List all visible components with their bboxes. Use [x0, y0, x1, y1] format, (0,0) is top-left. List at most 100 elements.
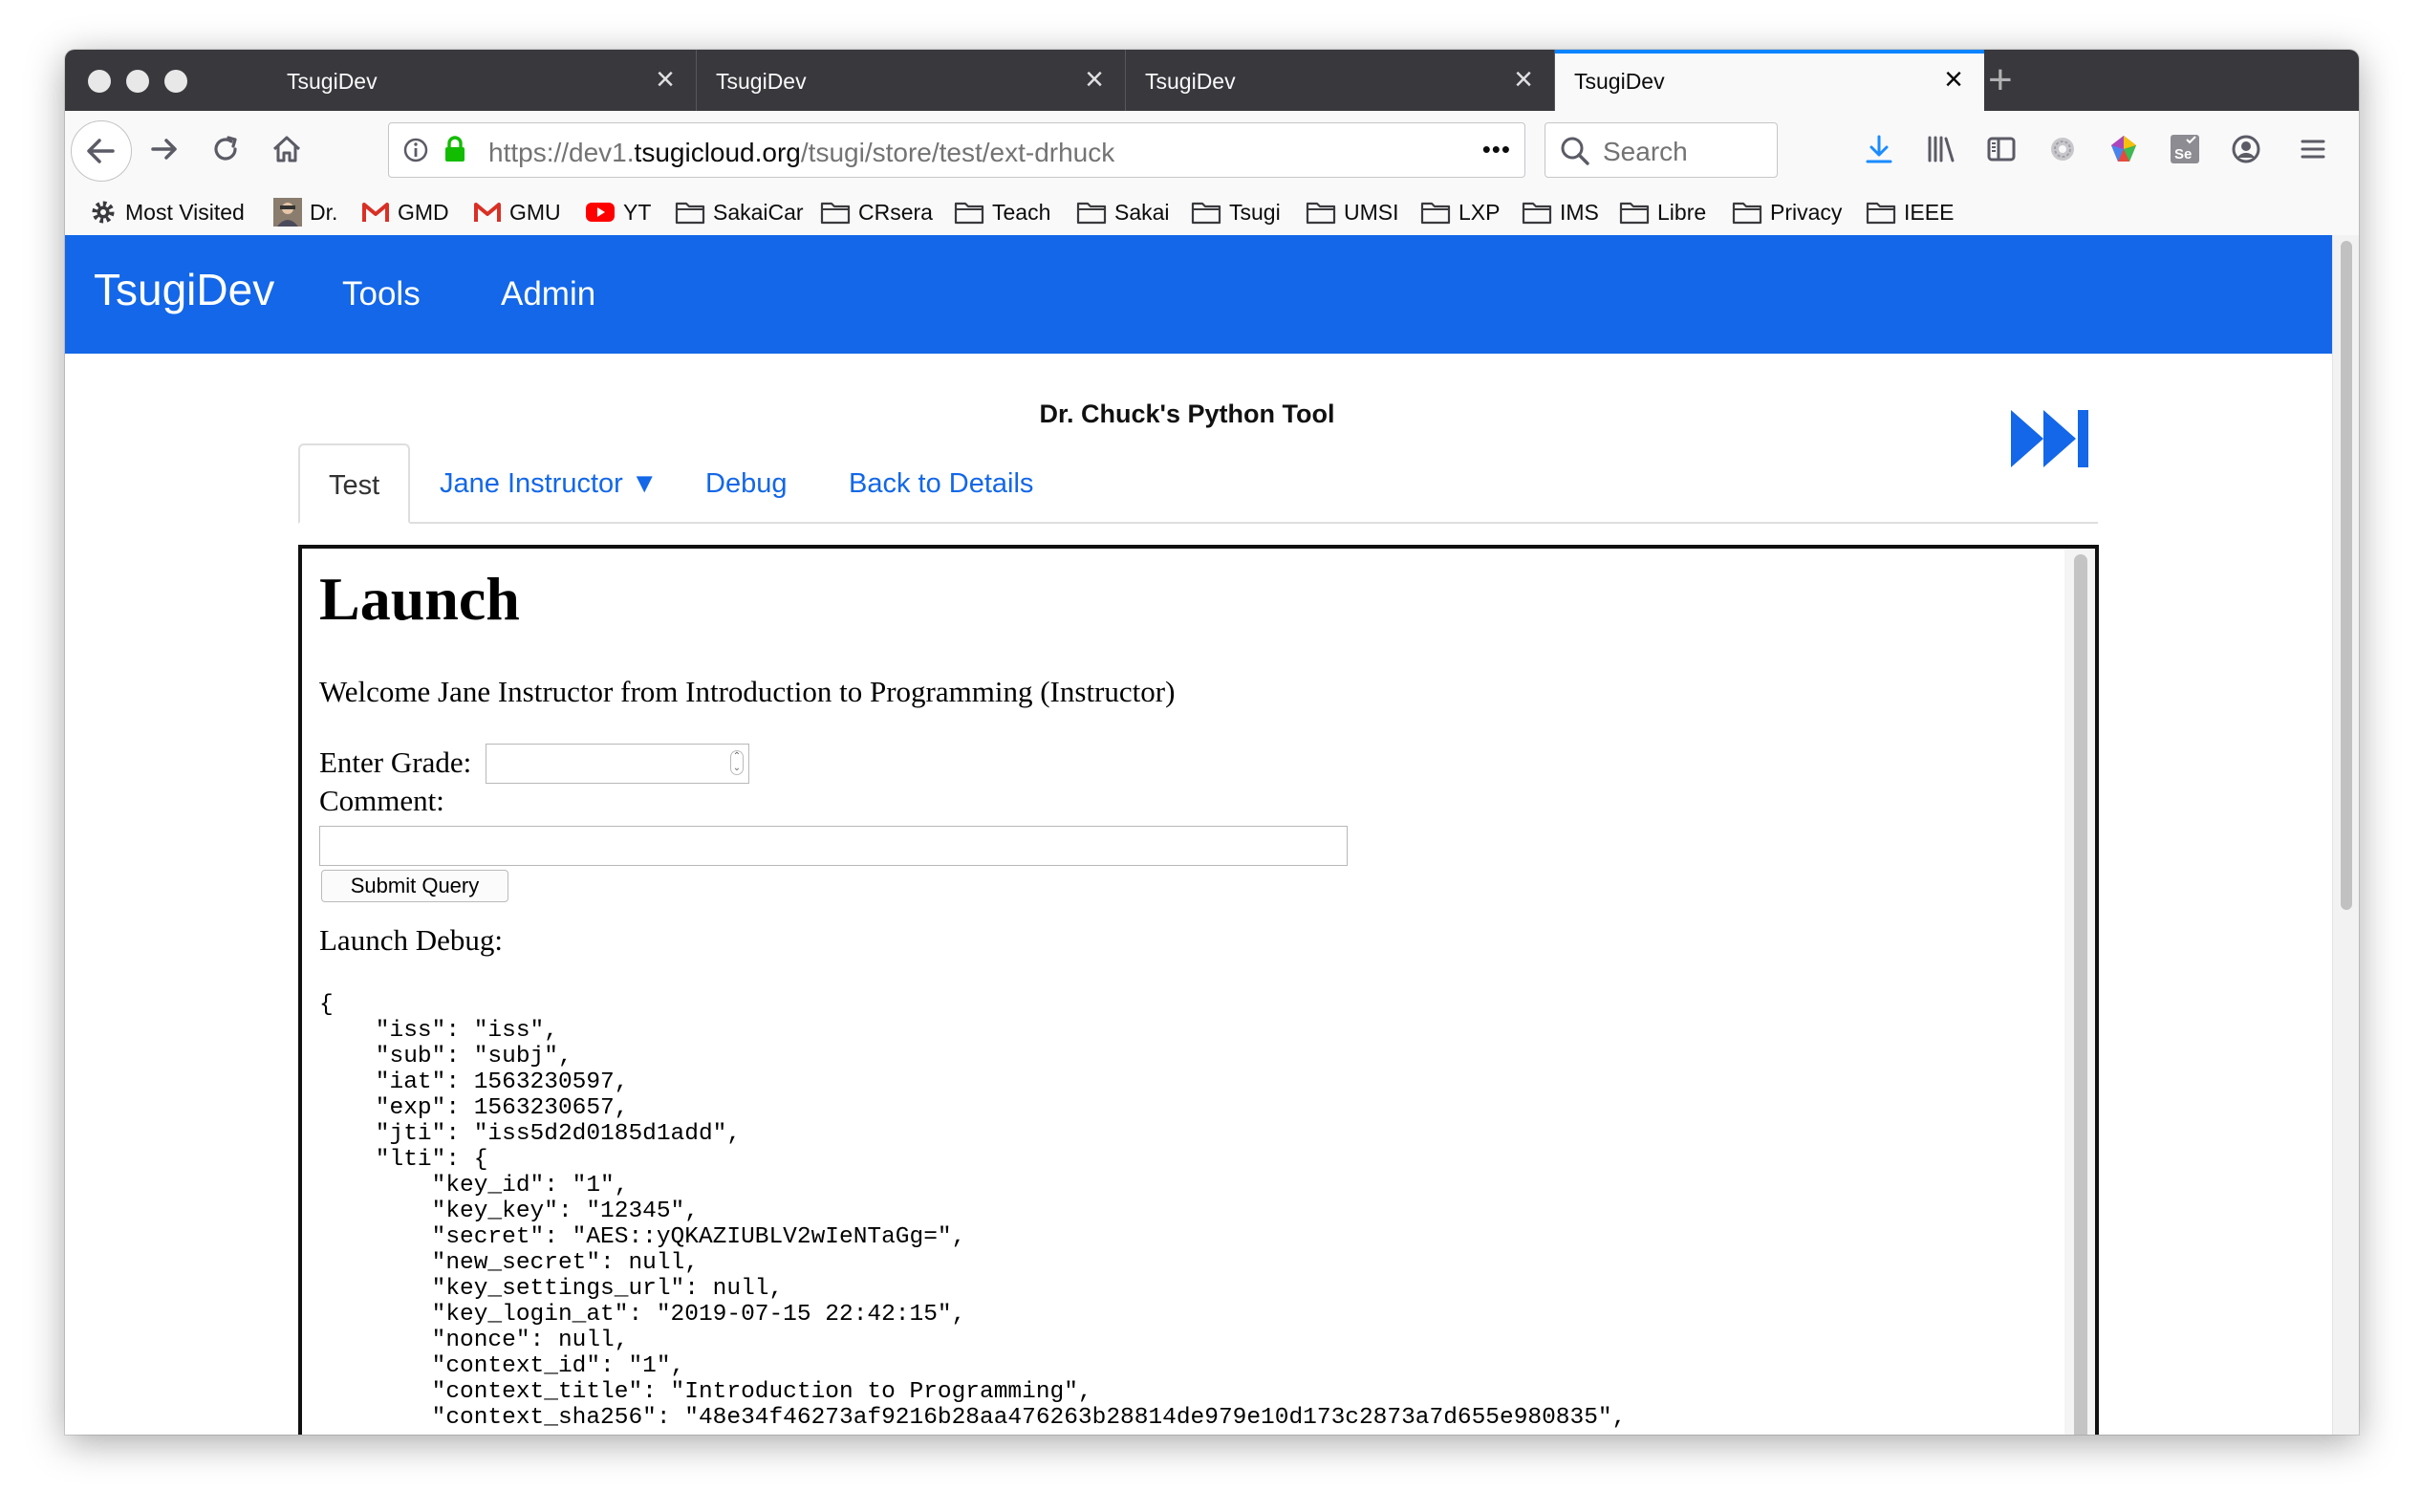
- svg-text:Se: Se: [2174, 146, 2192, 162]
- close-tab-icon[interactable]: ×: [656, 60, 675, 98]
- bookmark-lxp[interactable]: LXP: [1420, 189, 1500, 235]
- bookmark-most-visited[interactable]: Most Visited: [90, 189, 245, 235]
- bookmark-ieee[interactable]: IEEE: [1866, 189, 1954, 235]
- folder-icon: [820, 202, 851, 225]
- tab-title: TsugiDev: [1574, 69, 1665, 94]
- bookmark-label: CRsera: [858, 199, 933, 225]
- bookmark-label: Most Visited: [125, 199, 245, 225]
- info-icon[interactable]: [402, 137, 429, 163]
- grade-input[interactable]: [486, 744, 749, 784]
- bookmark-umsi[interactable]: UMSI: [1306, 189, 1399, 235]
- tab-title: TsugiDev: [287, 69, 378, 94]
- browser-tab-2[interactable]: TsugiDev ×: [697, 50, 1126, 111]
- url-bar[interactable]: https://dev1.tsugicloud.org/tsugi/store/…: [388, 122, 1525, 178]
- url-text[interactable]: https://dev1.tsugicloud.org/tsugi/store/…: [488, 138, 1114, 168]
- browser-window: TsugiDev × TsugiDev × TsugiDev × TsugiDe…: [65, 50, 2359, 1435]
- tab-title: TsugiDev: [716, 69, 807, 94]
- bookmark-gmu[interactable]: GMU: [473, 189, 561, 235]
- close-tab-icon[interactable]: ×: [1085, 60, 1104, 98]
- bookmark-sakai[interactable]: Sakai: [1076, 189, 1170, 235]
- close-tab-icon[interactable]: ×: [1944, 60, 1963, 98]
- bookmark-label: IMS: [1560, 199, 1599, 225]
- grade-label: Enter Grade:: [319, 745, 472, 779]
- navigation-toolbar: https://dev1.tsugicloud.org/tsugi/store/…: [65, 111, 2359, 189]
- search-bar[interactable]: Search: [1545, 122, 1778, 178]
- forward-arrow-icon[interactable]: [147, 132, 182, 166]
- frame-scrollbar-thumb[interactable]: [2074, 554, 2087, 1435]
- folder-icon: [954, 202, 984, 225]
- page-content: TsugiDev Tools Admin Dr. Chuck's Python …: [65, 235, 2359, 1435]
- tab-jane-instructor[interactable]: Jane Instructor ▼: [411, 443, 687, 524]
- downloads-icon[interactable]: [1862, 132, 1896, 166]
- minimize-window-button[interactable]: [126, 70, 149, 93]
- tab-test[interactable]: Test: [298, 443, 411, 524]
- tab-back-to-details[interactable]: Back to Details: [820, 443, 1062, 524]
- close-window-button[interactable]: [88, 70, 111, 93]
- comment-input[interactable]: [319, 826, 1348, 866]
- account-icon[interactable]: [2229, 132, 2263, 166]
- tool-title: Dr. Chuck's Python Tool: [1039, 400, 1335, 428]
- app-navbar: TsugiDev Tools Admin: [65, 235, 2332, 354]
- bookmark-tsugi[interactable]: Tsugi: [1191, 189, 1281, 235]
- browser-tab-1[interactable]: TsugiDev ×: [268, 50, 697, 111]
- welcome-text: Welcome Jane Instructor from Introductio…: [319, 675, 1176, 708]
- bookmark-libre[interactable]: Libre: [1619, 189, 1706, 235]
- page-actions-icon[interactable]: •••: [1482, 135, 1511, 164]
- bookmark-label: LXP: [1458, 199, 1501, 225]
- brand-link[interactable]: TsugiDev: [94, 264, 274, 315]
- tab-debug[interactable]: Debug: [677, 443, 815, 524]
- new-tab-button[interactable]: +: [1988, 57, 2013, 103]
- sidebar-icon[interactable]: [1984, 132, 2019, 166]
- avatar-icon: [273, 198, 302, 227]
- bookmark-label: YT: [623, 199, 652, 225]
- bookmark-teach[interactable]: Teach: [954, 189, 1050, 235]
- bookmark-yt[interactable]: YT: [585, 189, 651, 235]
- bookmark-label: Sakai: [1114, 199, 1170, 225]
- bookmark-dr[interactable]: Dr.: [273, 189, 337, 235]
- bookmark-ims[interactable]: IMS: [1522, 189, 1599, 235]
- folder-icon: [1619, 202, 1650, 225]
- bookmark-gmd[interactable]: GMD: [361, 189, 449, 235]
- frame-scrollbar[interactable]: [2064, 549, 2095, 1435]
- bookmarks-toolbar: Most Visited Dr. GMD GMU YT SakaiCar CRs…: [65, 189, 2359, 236]
- library-icon[interactable]: [1923, 132, 1957, 166]
- submit-query-button[interactable]: Submit Query: [321, 870, 508, 902]
- selenium-ide-icon[interactable]: Se: [2168, 132, 2202, 166]
- folder-icon: [1732, 202, 1762, 225]
- browser-tab-4-active[interactable]: TsugiDev ×: [1555, 50, 1984, 111]
- bookmark-label: IEEE: [1904, 199, 1955, 225]
- home-icon[interactable]: [270, 132, 304, 166]
- grade-stepper-icon[interactable]: ⌃ ⌄: [730, 750, 744, 775]
- folder-icon: [675, 202, 705, 225]
- color-extension-icon[interactable]: [2107, 132, 2141, 166]
- folder-icon: [1866, 202, 1896, 225]
- bookmark-sakaicar[interactable]: SakaiCar: [675, 189, 804, 235]
- secure-lock-icon[interactable]: [443, 135, 467, 163]
- bookmark-label: Libre: [1657, 199, 1707, 225]
- back-button[interactable]: [71, 120, 132, 182]
- launch-debug-label: Launch Debug:: [319, 923, 503, 957]
- bookmark-crsera[interactable]: CRsera: [820, 189, 933, 235]
- reload-icon[interactable]: [208, 132, 243, 166]
- hamburger-menu-icon[interactable]: [2296, 132, 2330, 166]
- folder-icon: [1522, 202, 1552, 225]
- browser-tab-3[interactable]: TsugiDev ×: [1126, 50, 1555, 111]
- tool-tabs: Test Jane Instructor ▼ Debug Back to Det…: [298, 443, 2098, 524]
- youtube-icon: [586, 203, 615, 222]
- extension-gear-icon[interactable]: [2045, 132, 2080, 166]
- url-path: /tsugi/store/test/ext-drhuck: [800, 138, 1115, 167]
- url-domain: tsugicloud.org: [634, 138, 801, 167]
- bookmark-label: GMD: [398, 199, 449, 225]
- bookmark-privacy[interactable]: Privacy: [1732, 189, 1842, 235]
- back-arrow-icon: [87, 139, 115, 163]
- tab-bar: TsugiDev × TsugiDev × TsugiDev × TsugiDe…: [65, 50, 2359, 111]
- close-tab-icon[interactable]: ×: [1514, 60, 1533, 98]
- maximize-window-button[interactable]: [164, 70, 187, 93]
- tool-frame: Launch Welcome Jane Instructor from Intr…: [298, 545, 2099, 1435]
- page-scrollbar[interactable]: [2332, 235, 2359, 1435]
- nav-admin[interactable]: Admin: [501, 275, 595, 313]
- nav-tools[interactable]: Tools: [342, 275, 421, 313]
- launch-heading: Launch: [319, 565, 520, 633]
- page-scrollbar-thumb[interactable]: [2341, 241, 2352, 910]
- bookmark-label: Dr.: [310, 199, 338, 225]
